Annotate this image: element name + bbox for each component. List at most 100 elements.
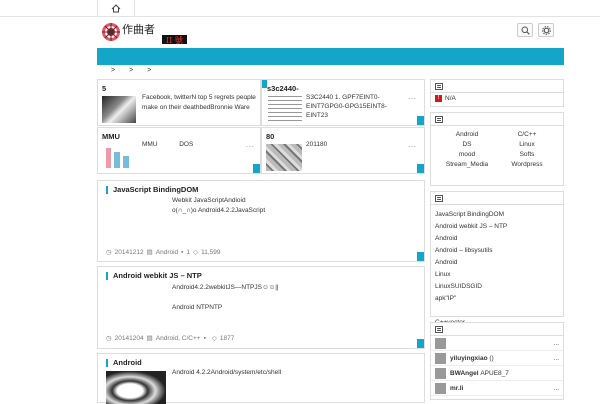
settings-button[interactable] xyxy=(538,23,554,37)
card-corner xyxy=(417,116,424,125)
card-text: Facebook, twitterN top 5 regrets people … xyxy=(142,94,256,111)
card-title[interactable]: 5 xyxy=(102,84,106,93)
card-title[interactable]: s3c2440- xyxy=(267,84,299,93)
tag-link[interactable]: Softs xyxy=(497,150,557,160)
svg-text:II 號: II 號 xyxy=(166,35,183,45)
card-thumbnail[interactable] xyxy=(102,144,136,171)
card-title[interactable]: 80 xyxy=(266,132,274,141)
featured-card[interactable]: 80 ... 201180 xyxy=(261,127,425,174)
more-icon[interactable]: ... xyxy=(554,385,559,392)
post-title[interactable]: JavaScript BindingDOM xyxy=(106,186,198,194)
post-excerpt-line: Android4.2.2webkitJS—NTPJS☺☺|| xyxy=(172,284,279,291)
recent-comments-widget: ... yiluyingxiao () ... BWAngel APUE8_7 … xyxy=(430,322,564,400)
card-text: MMU DOS xyxy=(142,141,194,148)
featured-card[interactable]: MMU ... MMU DOS xyxy=(97,127,261,174)
comment-item[interactable]: mr.li ... xyxy=(431,381,563,396)
post-comments[interactable]: 1 xyxy=(186,249,190,256)
post-excerpt-line: Android NTPNTP xyxy=(172,304,223,311)
card-corner xyxy=(417,164,424,173)
more-icon[interactable]: ... xyxy=(554,355,559,362)
featured-card[interactable]: 5 ... Facebook, twitterN top 5 regrets p… xyxy=(97,79,261,126)
recent-post-link[interactable]: Android – libsysutils xyxy=(435,245,559,257)
card-thumbnail[interactable] xyxy=(266,144,302,171)
post-meta: ◷ 20141212 ▤ Android ▪ 1 ◇ 11,599 xyxy=(106,248,221,257)
clock-icon: ◷ xyxy=(106,249,112,256)
avatar[interactable] xyxy=(435,352,446,364)
post-excerpt-line: o(∩_∩)o Android4.2.2JavaScript xyxy=(172,207,266,214)
notice-widget: ! N/A xyxy=(430,79,564,107)
card-corner xyxy=(253,164,260,173)
featured-card[interactable]: s3c2440- ... S3C2440 1. GPF7EINT0-EINT7G… xyxy=(261,79,425,126)
list-icon xyxy=(435,115,443,123)
notice-text: N/A xyxy=(445,95,456,102)
comment-author[interactable]: mr.li xyxy=(450,385,463,392)
post-title[interactable]: Android xyxy=(106,359,142,367)
comment-item[interactable]: ... xyxy=(431,336,563,351)
post-card[interactable]: JavaScript BindingDOM Webkit JavaScriptA… xyxy=(97,180,425,262)
post-thumbnail[interactable] xyxy=(106,371,166,404)
recent-post-link[interactable]: Android xyxy=(435,257,559,269)
comment-item[interactable]: BWAngel APUE8_7 xyxy=(431,366,563,381)
post-category[interactable]: Android, C/C++ xyxy=(156,335,201,342)
folder-icon: ▤ xyxy=(146,335,153,342)
comment-text: () xyxy=(489,354,494,362)
list-icon xyxy=(435,325,443,333)
tag-link[interactable]: Wordpress xyxy=(497,160,557,170)
tags-widget: Android C/C++ DS Linux mood Softs Stream… xyxy=(430,112,564,186)
recent-post-link[interactable]: JavaScript BindingDOM xyxy=(435,209,559,221)
post-views: 11,599 xyxy=(201,248,221,256)
post-title[interactable]: Android webkit JS – NTP xyxy=(106,272,202,280)
tag-link[interactable]: Android xyxy=(437,130,497,140)
card-title[interactable]: MMU xyxy=(102,132,120,141)
post-card[interactable]: Android Android 4.2.2Android/system/etc/… xyxy=(97,353,425,404)
avatar[interactable] xyxy=(435,337,446,349)
post-excerpt: Android 4.2.2Android/system/etc/shell xyxy=(172,368,281,378)
clock-icon: ◷ xyxy=(106,335,112,342)
search-icon xyxy=(521,26,530,35)
search-button[interactable] xyxy=(517,23,533,37)
post-excerpt: Android4.2.2webkitJS—NTPJS☺☺|| Android N… xyxy=(172,283,279,313)
views-icon: ◇ xyxy=(193,249,199,256)
card-thumbnail[interactable] xyxy=(268,94,302,124)
tag-link[interactable]: mood xyxy=(437,150,497,160)
list-icon xyxy=(435,194,443,202)
post-corner xyxy=(417,339,424,348)
comment-text: ... xyxy=(553,339,559,347)
post-card[interactable]: Android webkit JS – NTP Android4.2.2webk… xyxy=(97,266,425,349)
post-meta: ◷ 20141204 ▤ Android, C/C++ ▪ ◇ 1877 xyxy=(106,334,235,343)
comment-author[interactable]: yiluyingxiao xyxy=(450,355,488,362)
post-excerpt: Webkit JavaScriptAndioid o(∩_∩)o Android… xyxy=(172,196,265,216)
recent-post-link[interactable]: apk"IP" xyxy=(435,293,559,305)
breadcrumb-sep: > xyxy=(129,67,134,74)
post-category[interactable]: Android xyxy=(156,249,178,256)
tag-link[interactable]: Linux xyxy=(497,140,557,150)
breadcrumb-sep: > xyxy=(111,67,116,74)
tag-link[interactable]: Stream_Media xyxy=(437,160,497,170)
recent-post-link[interactable]: Linux xyxy=(435,269,559,281)
main-nav[interactable] xyxy=(97,48,564,65)
avatar[interactable] xyxy=(435,382,446,394)
tag-link[interactable]: DS xyxy=(437,140,497,150)
gear-icon xyxy=(541,25,551,35)
home-button[interactable] xyxy=(97,0,135,17)
comment-item[interactable]: yiluyingxiao () ... xyxy=(431,351,563,366)
top-bar xyxy=(0,0,600,17)
post-views: 1877 xyxy=(219,334,235,342)
more-icon[interactable]: ... xyxy=(408,142,417,149)
avatar[interactable] xyxy=(435,367,446,379)
post-excerpt-line: Webkit JavaScriptAndioid xyxy=(172,197,246,204)
more-icon[interactable]: ... xyxy=(408,94,417,101)
post-excerpt-line: Android 4.2.2Android/system/etc/shell xyxy=(172,369,282,376)
site-logo[interactable]: 作曲者 II 號 xyxy=(100,20,190,46)
recent-post-link[interactable]: Android webkit JS – NTP xyxy=(435,221,559,233)
comment-text: APUE8_7 xyxy=(480,369,509,377)
comment-icon: ▪ xyxy=(203,334,206,342)
tag-link[interactable]: C/C++ xyxy=(497,130,557,140)
recent-post-link[interactable]: LinuxSUIDSGID xyxy=(435,281,559,293)
comment-author[interactable]: BWAngel xyxy=(450,370,479,377)
recent-post-link[interactable] xyxy=(435,305,559,317)
card-thumbnail[interactable] xyxy=(102,96,136,123)
card-text: 201180 xyxy=(306,141,328,148)
recent-post-link[interactable]: Android xyxy=(435,233,559,245)
card-text: S3C2440 1. GPF7EINT0-EINT7GPG0-GPG15EINT… xyxy=(306,94,387,119)
